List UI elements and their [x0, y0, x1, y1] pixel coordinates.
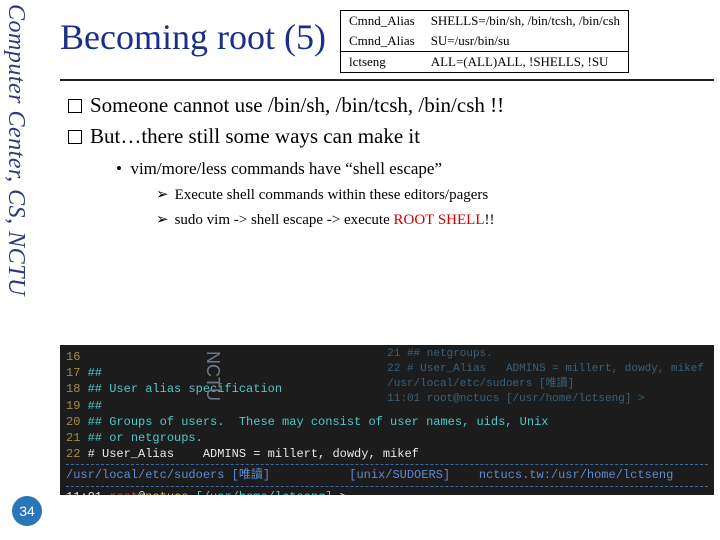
sub-sub-bullet: ➢Execute shell commands within these edi… — [156, 185, 714, 204]
triangle-bullet-icon: ➢ — [156, 211, 169, 228]
triangle-bullet-icon: ➢ — [156, 186, 169, 203]
config-cell: Cmnd_Alias — [340, 11, 422, 32]
title-divider — [60, 79, 714, 81]
slide-content: Becoming root (5) Cmnd_Alias SHELLS=/bin… — [60, 10, 714, 229]
config-cell: ALL=(ALL)ALL, !SHELLS, !SU — [423, 52, 629, 73]
prompt-line: 11:01 root@nctucs [/usr/home/lctseng] > — [66, 489, 708, 496]
line-number: 16 — [66, 350, 80, 364]
line-number: 22 — [66, 447, 80, 461]
slide-title: Becoming root (5) — [60, 10, 326, 58]
status-mid: [unix/SUDOERS] — [349, 468, 450, 482]
line-number: 20 — [66, 415, 80, 429]
page-number-badge: 34 — [12, 496, 42, 526]
bullet-item: Someone cannot use /bin/sh, /bin/tcsh, /… — [68, 93, 714, 118]
ghost-overlay-text: 21 ## netgroups. 22 # User_Alias ADMINS … — [387, 347, 704, 406]
terminal-divider — [66, 486, 708, 487]
terminal-screenshot: NCTU 21 ## netgroups. 22 # User_Alias AD… — [60, 345, 714, 495]
line-number: 18 — [66, 382, 80, 396]
sub-sub-bullet: ➢sudo vim -> shell escape -> execute ROO… — [156, 210, 714, 229]
config-cell: SHELLS=/bin/sh, /bin/tcsh, /bin/csh — [423, 11, 629, 32]
emphasis-root-shell: ROOT SHELL — [394, 212, 485, 228]
checkbox-bullet-icon — [68, 99, 82, 113]
status-right: nctucs.tw:/usr/home/lctseng — [479, 468, 673, 482]
bullet-list: Someone cannot use /bin/sh, /bin/tcsh, /… — [68, 93, 714, 229]
sidebar-org-label: Computer Center, CS, NCTU — [2, 4, 29, 296]
sudo-config-table: Cmnd_Alias SHELLS=/bin/sh, /bin/tcsh, /b… — [340, 10, 629, 73]
config-cell: Cmnd_Alias — [340, 31, 422, 52]
terminal-divider — [66, 464, 708, 465]
ghost-watermark: NCTU — [202, 351, 223, 401]
line-number: 19 — [66, 399, 80, 413]
bullet-item: But…there still some ways can make it — [68, 124, 714, 149]
line-number: 17 — [66, 366, 80, 380]
line-number: 21 — [66, 431, 80, 445]
checkbox-bullet-icon — [68, 130, 82, 144]
sub-bullet: • vim/more/less commands have “shell esc… — [116, 159, 714, 179]
status-left: /usr/local/etc/sudoers [唯讀] — [66, 468, 270, 482]
config-cell: SU=/usr/bin/su — [423, 31, 629, 52]
config-cell: lctseng — [340, 52, 422, 73]
